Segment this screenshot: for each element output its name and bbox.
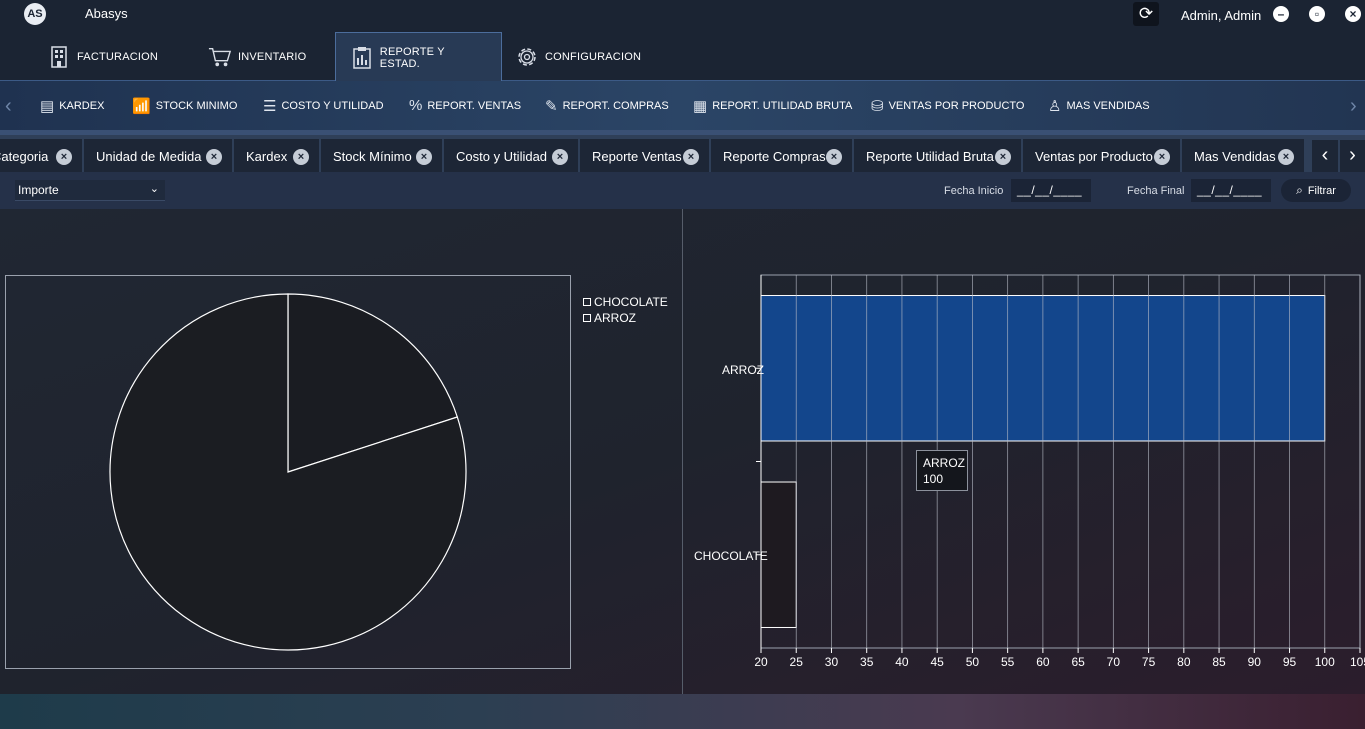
x-tick-label: 25 <box>790 655 804 669</box>
x-tick-label: 30 <box>825 655 839 669</box>
x-tick-label: 105 <box>1350 655 1365 669</box>
x-tick-label: 95 <box>1283 655 1297 669</box>
x-tick-label: 75 <box>1142 655 1156 669</box>
x-tick-label: 65 <box>1071 655 1085 669</box>
x-tick-label: 60 <box>1036 655 1050 669</box>
x-tick-label: 40 <box>895 655 909 669</box>
x-tick-label: 50 <box>966 655 980 669</box>
x-tick-label: 70 <box>1107 655 1121 669</box>
x-tick-label: 20 <box>754 655 768 669</box>
x-tick-label: 80 <box>1177 655 1191 669</box>
tooltip-name: ARROZ <box>923 456 965 470</box>
x-tick-label: 45 <box>930 655 944 669</box>
status-band <box>0 694 1365 729</box>
tooltip-value: 100 <box>923 472 944 486</box>
y-label-chocolate: CHOCOLATE <box>694 549 768 563</box>
y-label-arroz: ARROZ <box>722 363 764 377</box>
bar-tooltip: ARROZ 100 <box>916 450 968 491</box>
x-tick-label: 85 <box>1212 655 1226 669</box>
x-tick-label: 55 <box>1001 655 1015 669</box>
bar-chart: 20 25 30 35 40 45 50 55 60 65 70 75 80 85 90 95 100 105 <box>754 274 1365 669</box>
x-tick-label: 35 <box>860 655 874 669</box>
x-tick-label: 100 <box>1315 655 1335 669</box>
x-tick-label: 90 <box>1248 655 1262 669</box>
